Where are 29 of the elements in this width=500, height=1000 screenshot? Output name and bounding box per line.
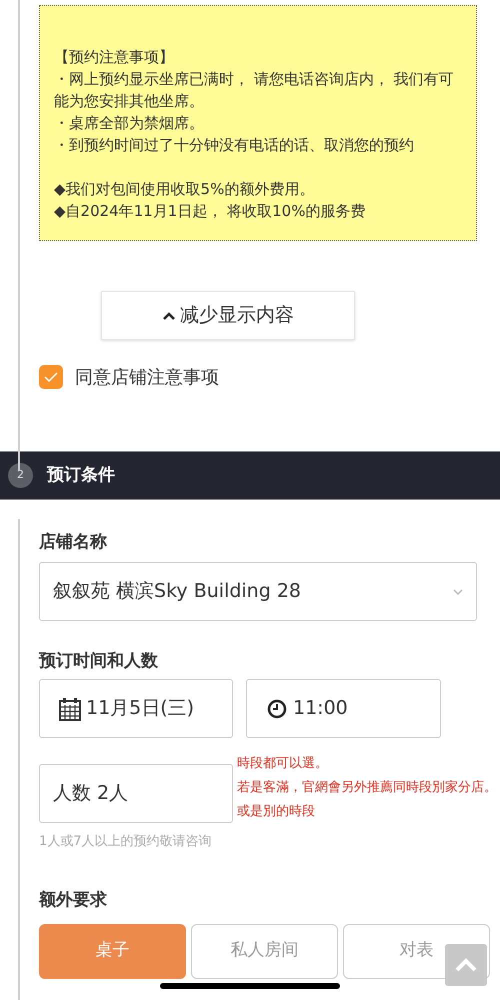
chevron-up-icon	[162, 310, 176, 320]
agree-checkbox[interactable]	[39, 365, 63, 389]
fee-line: ◆我们对包间使用收取5%的额外费用。	[54, 179, 316, 200]
agree-label[interactable]: 同意店铺注意事项	[75, 364, 219, 390]
people-field[interactable]: 人数 2人	[39, 764, 233, 823]
notice-line: ・桌席全部为禁烟席。	[54, 113, 205, 134]
notice-title: 【预约注意事项】	[54, 47, 175, 68]
field-label: 预订时间和人数	[39, 650, 159, 673]
annotation-text: 若是客滿，官網會另外推薦同時段別家分店。	[237, 779, 497, 797]
section-title: 预订条件	[47, 464, 115, 487]
scroll-top-button[interactable]	[445, 944, 487, 986]
time-field[interactable]: 11:00	[246, 679, 441, 738]
calendar-icon	[58, 696, 82, 720]
field-label: 额外要求	[39, 888, 108, 912]
chevron-up-icon	[454, 957, 478, 973]
notice-line: ・网上预约显示坐席已满时， 请您电话咨询店内， 我们有可能为您安排其他坐席。	[54, 69, 455, 112]
annotation-text: 或是別的時段	[237, 803, 316, 821]
step-number: 2	[8, 463, 33, 488]
notice-line: ・到预约时间过了十分钟没有电话的话、取消您的预约	[54, 135, 415, 156]
checkmark-icon	[44, 372, 58, 382]
hint-text: 1人或7人以上的预约敬请咨询	[39, 833, 213, 851]
chevron-down-icon	[453, 588, 463, 594]
collapse-button[interactable]: 减少显示内容	[101, 291, 355, 340]
fee-line: ◆自2024年11月1日起， 将收取10%的服务费	[54, 201, 366, 222]
date-field[interactable]: 11月5日(三)	[39, 679, 233, 738]
annotation-text: 時段都可以選。	[237, 755, 329, 773]
store-select[interactable]: 叙叙苑 横滨Sky Building 28	[39, 562, 477, 621]
clock-icon	[267, 698, 287, 718]
field-label: 店铺名称	[39, 531, 108, 554]
